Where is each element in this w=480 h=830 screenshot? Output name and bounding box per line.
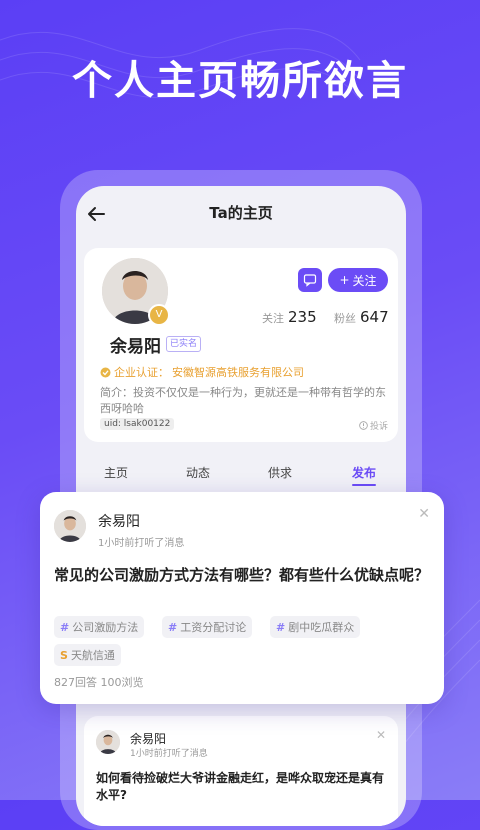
topic-tag-label: 工资分配讨论 [180,621,247,634]
post-card-secondary[interactable]: 余易阳 1小时前打听了消息 ✕ 如何看待捡破烂大爷讲金融走红，是哗众取宠还是真有… [84,716,398,826]
following-stat[interactable]: 关注 235 [262,308,317,326]
post-author-name: 余易阳 [130,732,167,746]
profile-tabs: 主页 动态 供求 发布 [84,458,398,488]
report-button[interactable]: 投诉 [359,419,388,432]
topic-tag-label: 剧中吃瓜群众 [288,621,355,634]
hashtag-icon: # [276,620,286,634]
post-question[interactable]: 如何看待捡破烂大爷讲金融走红，是哗众取宠还是真有水平? [96,770,386,804]
follow-button[interactable]: + 关注 [328,268,388,292]
close-icon[interactable]: ✕ [418,506,430,522]
profile-card: V + 关注 关注 235 粉丝 647 余易阳 已实名 企业认证： 安徽智源高铁服… [84,248,398,442]
cert-label: 企业认证： [114,366,169,379]
nav-bar: Ta的主页 [76,186,406,242]
user-name: 余易阳 [110,337,161,357]
following-label: 关注 [262,312,284,325]
reward-tag[interactable]: S 天航信通 [54,644,121,666]
reward-tag-label: 天航信通 [70,649,115,662]
bio: 简介：投资不仅仅是一种行为，更就还是一种带有哲学的东西呀哈哈 [100,386,386,415]
post-stats: 827回答 100浏览 [54,676,144,689]
verified-badge-icon: V [148,304,170,326]
avatar-portrait [54,510,86,542]
topic-tag[interactable]: # 工资分配讨论 [162,616,253,638]
message-button[interactable] [298,268,322,292]
tab-feed[interactable]: 动态 [186,464,210,481]
tab-supply[interactable]: 供求 [268,464,292,481]
tab-publish[interactable]: 发布 [352,464,376,481]
fans-label: 粉丝 [334,312,356,325]
fans-count: 647 [360,308,389,326]
active-tab-indicator [352,484,376,486]
info-icon [359,421,368,430]
post-question[interactable]: 常见的公司激励方式方法有哪些？都有些什么优缺点呢？ [54,564,434,586]
plus-icon: + [339,273,350,287]
post-time: 1小时前打听了消息 [130,749,208,759]
tab-home[interactable]: 主页 [104,464,128,481]
post-author-avatar[interactable] [96,730,120,754]
chat-icon [303,274,317,287]
coin-icon: S [60,648,68,662]
close-icon[interactable]: ✕ [376,728,386,742]
follow-button-label: 关注 [352,273,377,288]
topic-tag-label: 公司激励方法 [72,621,139,634]
topic-tag[interactable]: # 公司激励方法 [54,616,145,638]
post-author-avatar[interactable] [54,510,86,542]
topic-tag[interactable]: # 剧中吃瓜群众 [270,616,361,638]
post-time: 1小时前打听了消息 [98,538,185,549]
avatar-portrait [96,730,120,754]
following-count: 235 [288,308,317,326]
post-author-name: 余易阳 [98,514,140,530]
post-card-featured[interactable]: 余易阳 1小时前打听了消息 ✕ 常见的公司激励方式方法有哪些？都有些什么优缺点呢… [40,492,444,704]
fans-stat[interactable]: 粉丝 647 [334,308,389,326]
enterprise-cert: 企业认证： 安徽智源高铁服务有限公司 [100,364,304,380]
report-label: 投诉 [369,422,388,432]
realname-tag: 已实名 [166,336,202,352]
page-title: Ta的主页 [209,204,273,222]
hashtag-icon: # [168,620,178,634]
cert-badge-icon [100,367,111,377]
headline: 个人主页畅所欲言 [72,58,408,104]
cert-company: 安徽智源高铁服务有限公司 [172,366,304,379]
hashtag-icon: # [60,620,70,634]
uid-tag: uid: lsak00122 [100,418,175,430]
